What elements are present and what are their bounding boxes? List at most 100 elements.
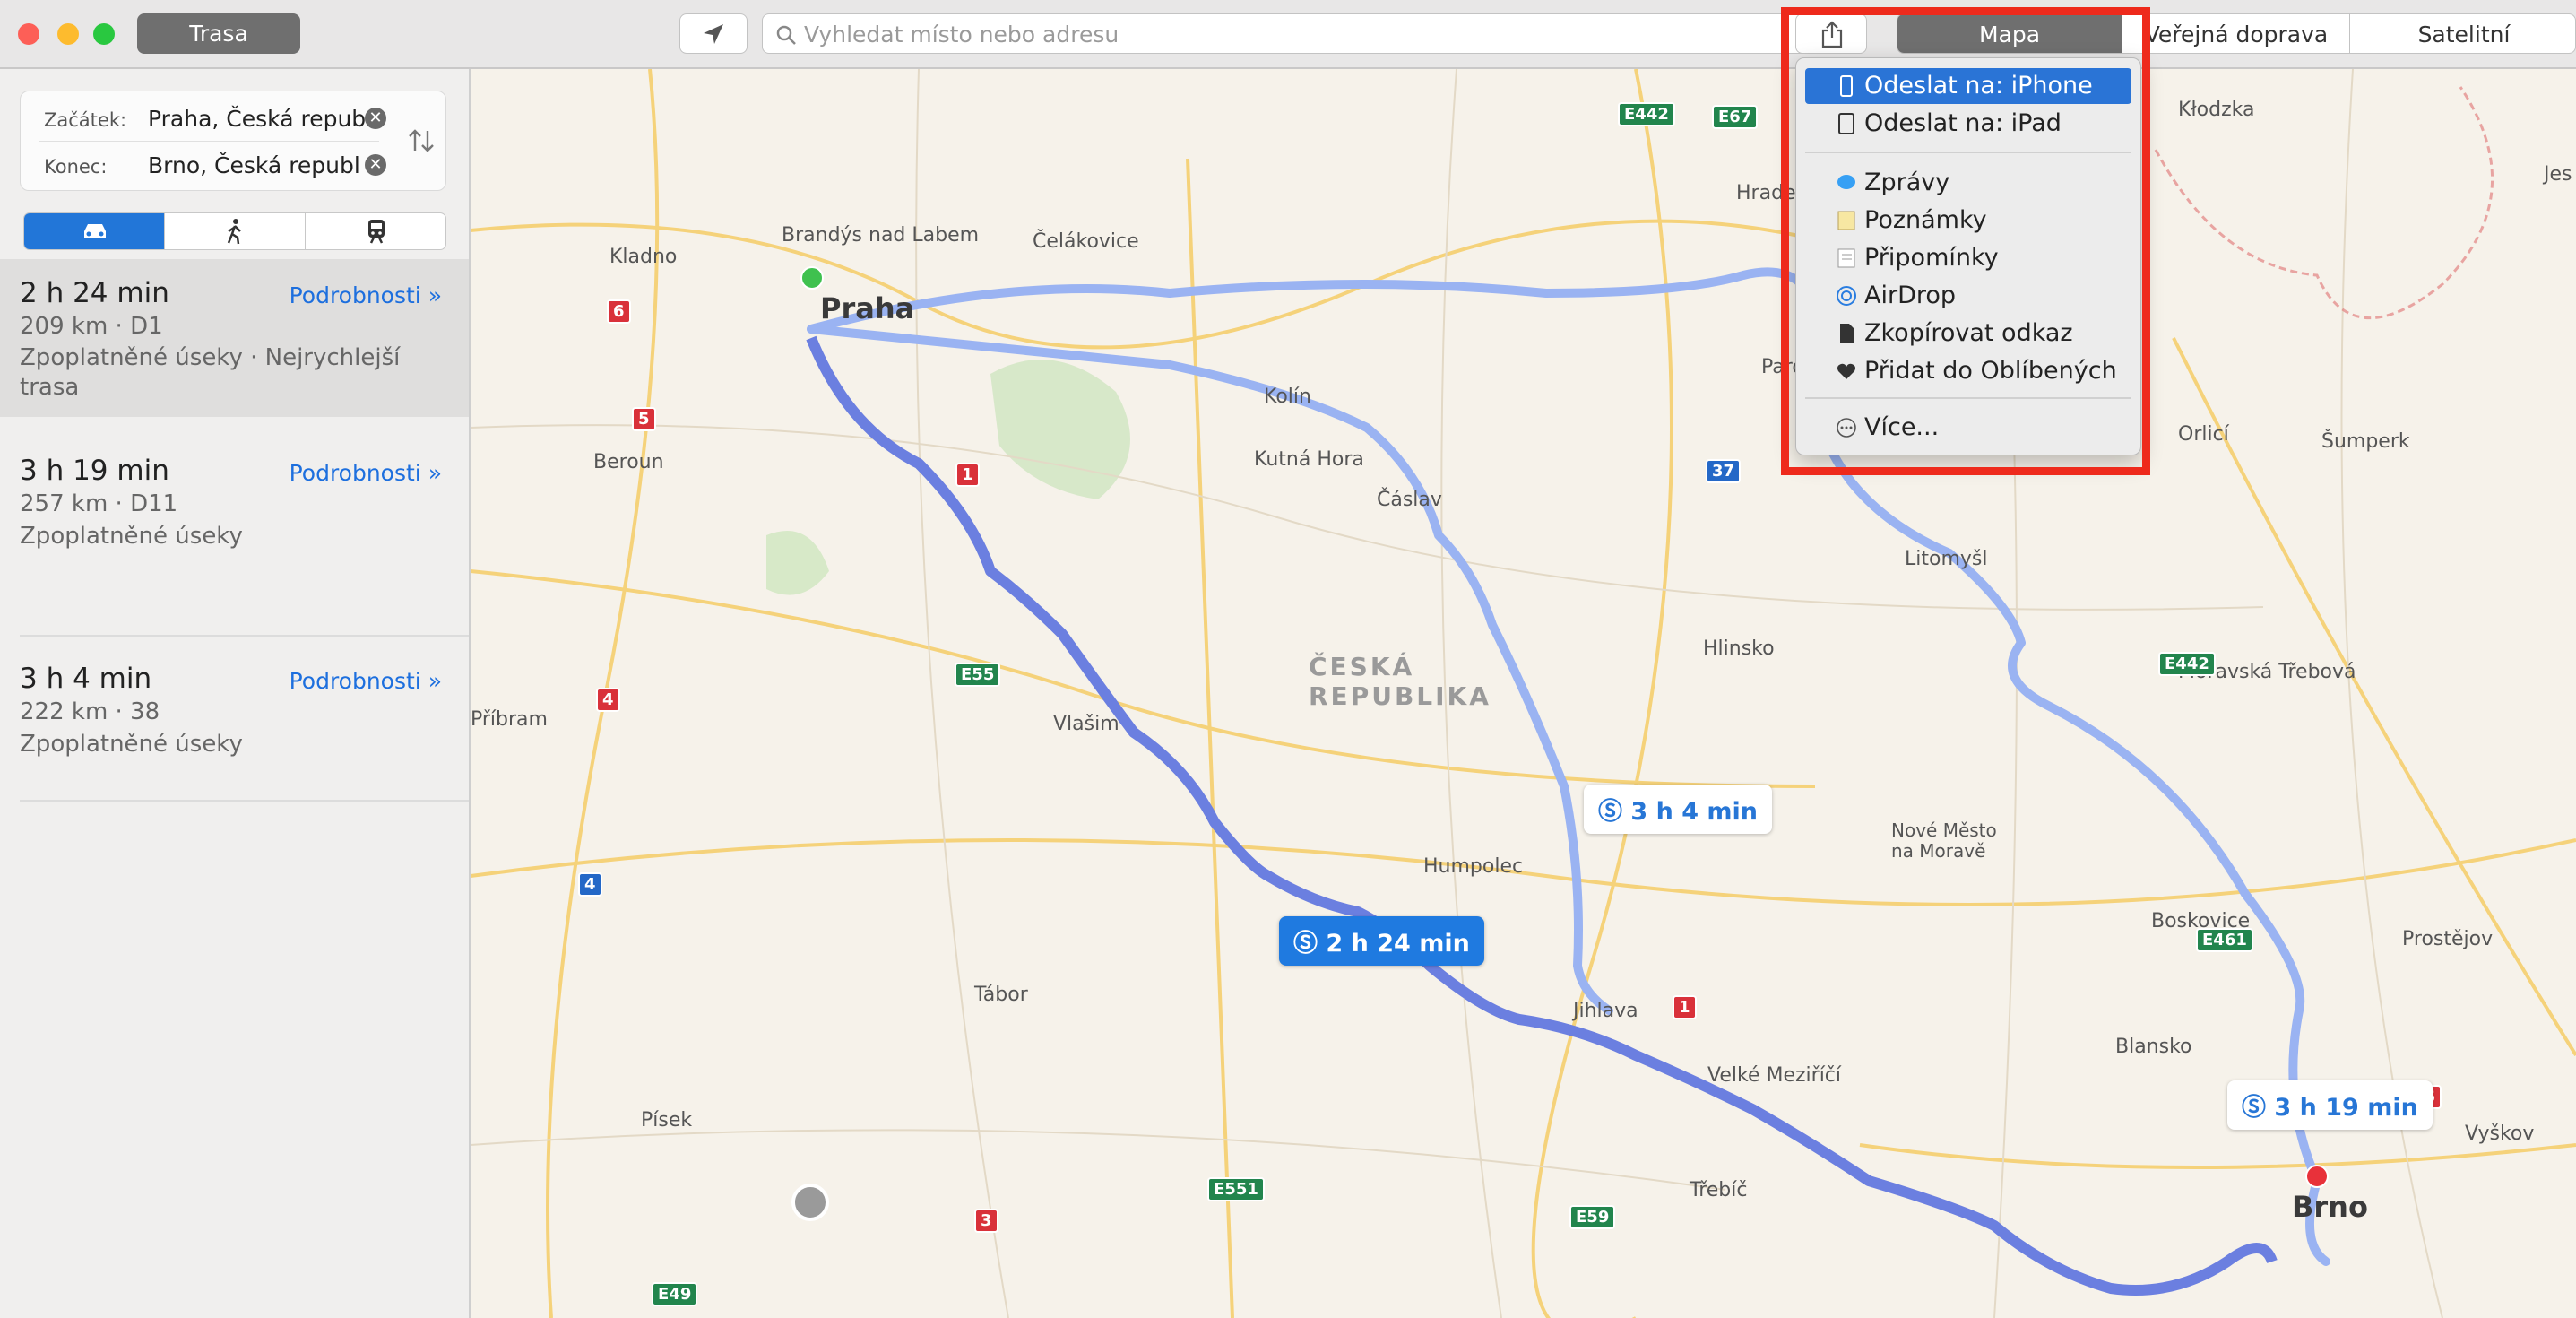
region-label: REPUBLIKA [1309,681,1491,711]
road-shield: 1 [955,463,980,487]
car-icon [84,224,106,238]
town-label: Kłodzka [2178,99,2255,121]
tab-transit[interactable]: Veřejná doprava [2122,14,2350,53]
clear-end-icon[interactable]: ✕ [365,154,386,176]
route-callout[interactable]: Ⓢ 3 h 19 min [2227,1080,2433,1130]
toolbar: Trasa Vyhledat místo nebo adresu Mapa Ve… [0,0,2576,69]
current-location-button[interactable] [679,13,748,54]
route-note: Zpoplatněné úseky · Nejrychlejší [20,344,401,371]
mode-walk-button[interactable] [165,213,306,249]
mode-transit-button[interactable] [306,213,445,249]
end-field[interactable]: Brno, Česká republ [148,152,360,178]
road-shield: 3 [974,1209,998,1233]
route-details-link[interactable]: Podrobnosti » [290,282,442,308]
road-shield: E49 [652,1282,698,1306]
town-label: Vyškov [2465,1123,2535,1145]
highlight-annotation-box [1781,7,2150,475]
route-option-2[interactable]: 3 h 19 min Podrobnosti » 257 km · D11 Zp… [0,428,469,580]
town-label: Třebíč [1690,1179,1748,1201]
town-label: Blansko [2115,1036,2192,1058]
road-shield: E55 [955,663,1001,687]
route-details-link[interactable]: Podrobnosti » [290,668,442,694]
zoom-window-button[interactable] [93,23,115,45]
route-callout-label: 3 h 19 min [2274,1094,2418,1122]
road-shield: 4 [596,688,620,712]
train-icon [368,220,385,244]
start-label: Začátek: [44,109,127,131]
toll-icon: Ⓢ [2242,1094,2275,1122]
route-note: Zpoplatněné úseky [20,731,243,758]
route-callout[interactable]: Ⓢ 3 h 4 min [1584,785,1773,834]
route-separator [20,635,469,637]
town-label: Čelákovice [1033,230,1139,253]
route-time: 2 h 24 min [20,277,169,309]
route-callout-label: 3 h 4 min [1630,798,1759,826]
route-note-cont: trasa [20,374,80,401]
town-label: Kladno [609,246,678,268]
town-label: Litomyšl [1905,548,1988,570]
location-arrow-icon [704,24,723,44]
toll-icon: Ⓢ [1293,930,1327,958]
town-label: Nové Město [1891,819,1997,841]
town-label: Vlašim [1053,713,1119,735]
route-distance: 222 km · 38 [20,698,160,725]
map-canvas[interactable]: Praha Brno ČESKÁ REPUBLIKA Kladno Brandý… [471,69,2576,1318]
town-label: Tábor [974,984,1028,1006]
town-label: Brandýs nad Labem [782,224,980,247]
start-pin[interactable] [800,266,824,290]
town-label: Šumperk [2321,430,2410,453]
walk-icon [227,219,241,245]
road-shield: 1 [1673,995,1697,1019]
clear-start-icon[interactable]: ✕ [365,108,386,129]
town-label: Kolín [1264,386,1311,408]
route-details-link[interactable]: Podrobnosti » [290,460,442,486]
town-label: Čáslav [1377,489,1442,511]
transport-mode-control [23,212,446,250]
road-shield: E59 [1569,1205,1616,1229]
tab-satellite[interactable]: Satelitní [2349,14,2575,53]
road-shield: 4 [578,872,602,897]
town-label: Kutná Hora [1254,448,1364,471]
route-time: 3 h 19 min [20,455,169,487]
search-input[interactable]: Vyhledat místo nebo adresu [762,13,1837,54]
town-label: Příbram [471,708,548,731]
town-label: Jihlava [1573,1000,1638,1022]
region-label: ČESKÁ [1309,652,1415,681]
route-callout-selected[interactable]: Ⓢ 2 h 24 min [1279,916,1484,966]
start-field[interactable]: Praha, Česká repub [148,106,366,132]
road-shield: 37 [1706,459,1742,483]
city-label: Praha [820,291,915,325]
swap-icon[interactable] [406,126,437,156]
route-button[interactable]: Trasa [137,13,300,54]
town-label: Humpolec [1423,855,1524,878]
road-shield: E461 [2196,928,2253,952]
road-shield: 5 [632,407,656,431]
route-option-3[interactable]: 3 h 4 min Podrobnosti » 222 km · 38 Zpop… [0,643,469,795]
current-location-dot [791,1184,829,1221]
road-shield: E442 [2158,652,2216,676]
route-option-1[interactable]: 2 h 24 min Podrobnosti » 209 km · D1 Zpo… [0,259,469,417]
search-icon [776,25,796,45]
end-pin[interactable] [2305,1165,2329,1188]
search-placeholder: Vyhledat místo nebo adresu [804,22,1119,48]
route-time: 3 h 4 min [20,663,152,695]
route-distance: 257 km · D11 [20,490,178,517]
road-shield: E551 [1207,1177,1265,1201]
mode-car-button[interactable] [24,213,165,249]
town-label: Velké Meziříčí [1707,1064,1842,1087]
road-shield: 6 [607,299,631,324]
sidebar: Začátek: Praha, Česká repub ✕ Konec: Brn… [0,69,471,1318]
map-roads [471,69,2576,1318]
town-label: Orlicí [2178,423,2229,446]
town-label: Prostějov [2402,928,2494,950]
minimize-window-button[interactable] [57,23,79,45]
close-window-button[interactable] [18,23,39,45]
end-label: Konec: [44,156,108,178]
route-distance: 209 km · D1 [20,313,163,340]
city-label: Brno [2292,1190,2368,1224]
toll-icon: Ⓢ [1598,798,1631,826]
road-shield: E442 [1618,102,1675,126]
route-callout-label: 2 h 24 min [1326,930,1470,958]
town-label: Písek [641,1109,693,1132]
route-separator [20,800,469,802]
